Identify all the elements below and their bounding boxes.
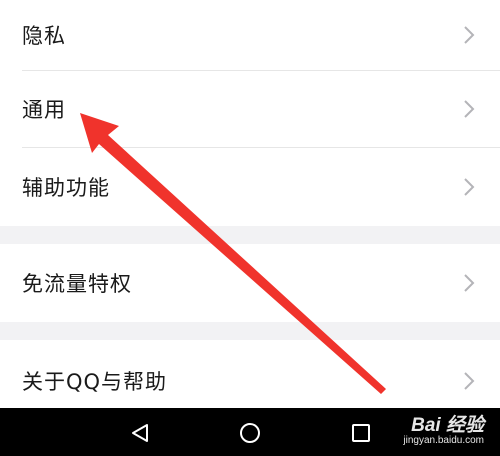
chevron-right-icon	[464, 178, 475, 196]
watermark-url: jingyan.baidu.com	[403, 435, 484, 446]
baidu-jingyan-watermark: Bai 经验 jingyan.baidu.com	[403, 410, 484, 446]
settings-item-label: 关于QQ与帮助	[22, 370, 168, 394]
settings-item-free-data[interactable]: 免流量特权	[0, 244, 500, 322]
chevron-right-icon	[464, 100, 475, 118]
section-gap	[0, 226, 500, 244]
settings-item-general[interactable]: 通用	[0, 71, 500, 147]
section-gap	[0, 322, 500, 340]
settings-item-privacy[interactable]: 隐私	[0, 0, 500, 70]
settings-item-label: 免流量特权	[22, 272, 132, 296]
watermark-logo: Bai 经验	[411, 415, 484, 436]
settings-item-label: 辅助功能	[22, 176, 110, 200]
chevron-right-icon	[464, 274, 475, 292]
circle-home-icon[interactable]	[239, 422, 261, 444]
settings-screen: 隐私 通用 辅助功能 免流量特权 关于QQ与帮助 Bai 经验 jingyan.…	[0, 0, 500, 456]
square-recents-icon[interactable]	[350, 422, 372, 444]
settings-item-accessibility[interactable]: 辅助功能	[0, 148, 500, 226]
settings-item-label: 隐私	[22, 24, 66, 48]
triangle-back-icon[interactable]	[129, 422, 151, 444]
chevron-right-icon	[464, 372, 475, 390]
chevron-right-icon	[464, 26, 475, 44]
settings-item-about-help[interactable]: 关于QQ与帮助	[0, 340, 500, 408]
settings-item-label: 通用	[22, 98, 66, 122]
